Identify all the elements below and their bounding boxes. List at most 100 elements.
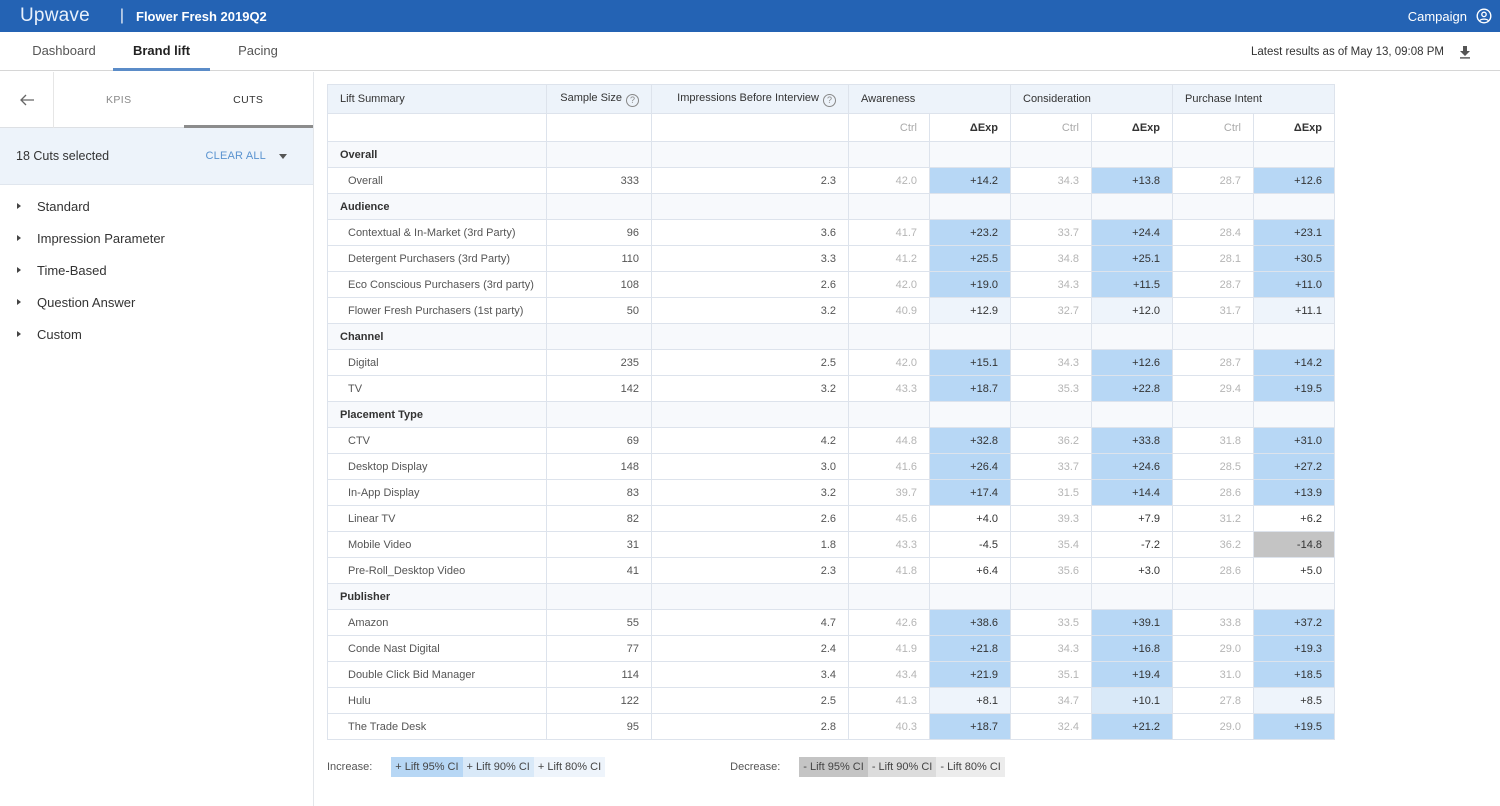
- empty-cell: [1091, 193, 1173, 220]
- consideration-ctrl: 39.3: [1010, 505, 1092, 532]
- table-row[interactable]: Amazon 55 4.7 42.6 +38.6 33.5 +39.1 33.8 +37.2: [327, 609, 1335, 636]
- tab-dashboard[interactable]: Dashboard: [20, 31, 108, 70]
- tree-item-question-answer[interactable]: Question Answer: [0, 286, 313, 318]
- clear-all-button[interactable]: CLEAR ALL: [205, 150, 266, 162]
- cut-label: Mobile Video: [327, 531, 547, 558]
- consideration-delta-exp: +33.8: [1091, 427, 1173, 454]
- purchase-intent-delta-exp: +12.6: [1253, 167, 1335, 194]
- caret-right-icon[interactable]: [17, 235, 21, 241]
- table-row[interactable]: Double Click Bid Manager 114 3.4 43.4 +21.9 3…: [327, 661, 1335, 688]
- tree-item-label: Question Answer: [37, 294, 136, 310]
- empty-cell: [651, 401, 849, 428]
- help-icon[interactable]: ?: [626, 93, 639, 107]
- table-row[interactable]: Contextual & In-Market (3rd Party) 96 3.6 4…: [327, 219, 1335, 246]
- tree-item-label: Custom: [37, 326, 82, 342]
- table-row[interactable]: Pre-Roll_Desktop Video 41 2.3 41.8 +6.4 35.6 +…: [327, 557, 1335, 584]
- impressions-before-interview: 3.4: [651, 661, 849, 688]
- awareness-ctrl: 41.8: [848, 557, 930, 584]
- account-menu[interactable]: Campaign: [1408, 0, 1492, 32]
- table-row[interactable]: Overall 333 2.3 42.0 +14.2 34.3 +13.8 28.7 +12.6: [327, 167, 1335, 194]
- back-button[interactable]: [0, 72, 54, 128]
- lift-summary-table: Lift Summary Sample Size? Impressions Be…: [327, 84, 1335, 740]
- table-row[interactable]: Eco Conscious Purchasers (3rd party) 108 2…: [327, 271, 1335, 298]
- tree-item-standard[interactable]: Standard: [0, 190, 313, 222]
- caret-right-icon[interactable]: [17, 331, 21, 337]
- empty-cell: [1253, 401, 1335, 428]
- empty-cell: [1253, 583, 1335, 610]
- help-icon[interactable]: ?: [823, 93, 836, 107]
- sample-size: 114: [546, 661, 652, 688]
- awareness-ctrl: 40.9: [848, 297, 930, 324]
- table-row[interactable]: Desktop Display 148 3.0 41.6 +26.4 33.7 +24.6 2…: [327, 453, 1335, 480]
- sample-size: 148: [546, 453, 652, 480]
- chevron-down-icon[interactable]: [279, 153, 287, 159]
- main-nav: Dashboard Brand lift Pacing Latest resul…: [0, 32, 1500, 71]
- table-row[interactable]: Mobile Video 31 1.8 43.3 -4.5 35.4 -7.2 36.2 -14…: [327, 531, 1335, 558]
- awareness-delta-exp: +23.2: [929, 219, 1011, 246]
- awareness-delta-exp: +21.8: [929, 635, 1011, 662]
- cut-label: Conde Nast Digital: [327, 635, 547, 662]
- awareness-ctrl: 41.9: [848, 635, 930, 662]
- awareness-delta-exp: -4.5: [929, 531, 1011, 558]
- purchase-intent-ctrl: 28.1: [1172, 245, 1254, 272]
- table-row[interactable]: Hulu 122 2.5 41.3 +8.1 34.7 +10.1 27.8 +8.5: [327, 687, 1335, 714]
- table-row[interactable]: In-App Display 83 3.2 39.7 +17.4 31.5 +14.4 28.…: [327, 479, 1335, 506]
- caret-right-icon[interactable]: [17, 299, 21, 305]
- consideration-delta-exp: +12.0: [1091, 297, 1173, 324]
- table-row[interactable]: Detergent Purchasers (3rd Party) 110 3.3 41…: [327, 245, 1335, 272]
- table-row[interactable]: The Trade Desk 95 2.8 40.3 +18.7 32.4 +21.2 29.…: [327, 713, 1335, 740]
- tab-brand-lift[interactable]: Brand lift: [113, 31, 210, 71]
- empty-cell: [848, 193, 930, 220]
- table-row[interactable]: Flower Fresh Purchasers (1st party) 50 3.2…: [327, 297, 1335, 324]
- table-row[interactable]: Linear TV 82 2.6 45.6 +4.0 39.3 +7.9 31.2 +6.2: [327, 505, 1335, 532]
- consideration-delta-exp: +14.4: [1091, 479, 1173, 506]
- sidebar-tab-kpis[interactable]: KPIS: [54, 72, 184, 127]
- tree-item-time-based[interactable]: Time-Based: [0, 254, 313, 286]
- table-row[interactable]: Digital 235 2.5 42.0 +15.1 34.3 +12.6 28.7 +14.2: [327, 349, 1335, 376]
- cut-label: Overall: [327, 167, 547, 194]
- cut-label: In-App Display: [327, 479, 547, 506]
- impressions-before-interview: 2.3: [651, 557, 849, 584]
- subheader-empty: [546, 113, 652, 142]
- header-impressions: Impressions Before Interview?: [651, 84, 849, 114]
- caret-right-icon[interactable]: [17, 203, 21, 209]
- consideration-delta-exp: +7.9: [1091, 505, 1173, 532]
- purchase-intent-ctrl: 29.0: [1172, 713, 1254, 740]
- user-circle-icon[interactable]: [1476, 8, 1492, 24]
- header-purchase-intent: Purchase Intent: [1172, 84, 1335, 114]
- cut-label: Double Click Bid Manager: [327, 661, 547, 688]
- tab-pacing[interactable]: Pacing: [225, 31, 291, 70]
- awareness-ctrl: 44.8: [848, 427, 930, 454]
- purchase-intent-delta-exp: +18.5: [1253, 661, 1335, 688]
- legend-decrease-label: Decrease:: [730, 761, 781, 773]
- tree-item-impression-parameter[interactable]: Impression Parameter: [0, 222, 313, 254]
- account-label[interactable]: Campaign: [1408, 9, 1467, 24]
- table-row[interactable]: Conde Nast Digital 77 2.4 41.9 +21.8 34.3 +16.…: [327, 635, 1335, 662]
- table-row[interactable]: CTV 69 4.2 44.8 +32.8 36.2 +33.8 31.8 +31.0: [327, 427, 1335, 454]
- purchase-intent-ctrl: 28.6: [1172, 557, 1254, 584]
- cut-label: Hulu: [327, 687, 547, 714]
- tree-item-custom[interactable]: Custom: [0, 318, 313, 350]
- sample-size: 41: [546, 557, 652, 584]
- caret-right-icon[interactable]: [17, 267, 21, 273]
- sample-size: 50: [546, 297, 652, 324]
- group-label: Audience: [327, 193, 547, 220]
- group-row: Channel: [327, 323, 1335, 350]
- cut-label: Eco Conscious Purchasers (3rd party): [327, 271, 547, 298]
- upwave-logo[interactable]: Upwave: [20, 5, 90, 27]
- sample-size: 82: [546, 505, 652, 532]
- impressions-before-interview: 3.6: [651, 219, 849, 246]
- subheader-exp: ΔExp: [1253, 113, 1335, 142]
- sample-size: 69: [546, 427, 652, 454]
- consideration-delta-exp: +24.4: [1091, 219, 1173, 246]
- empty-cell: [929, 401, 1011, 428]
- subheader-ctrl: Ctrl: [1010, 113, 1092, 142]
- table-row[interactable]: TV 142 3.2 43.3 +18.7 35.3 +22.8 29.4 +19.5: [327, 375, 1335, 402]
- empty-cell: [1253, 141, 1335, 168]
- download-icon[interactable]: [1458, 45, 1472, 59]
- awareness-delta-exp: +25.5: [929, 245, 1011, 272]
- tree-item-label: Standard: [37, 198, 90, 214]
- purchase-intent-ctrl: 29.4: [1172, 375, 1254, 402]
- sidebar-tab-cuts[interactable]: CUTS: [183, 72, 314, 128]
- empty-cell: [546, 141, 652, 168]
